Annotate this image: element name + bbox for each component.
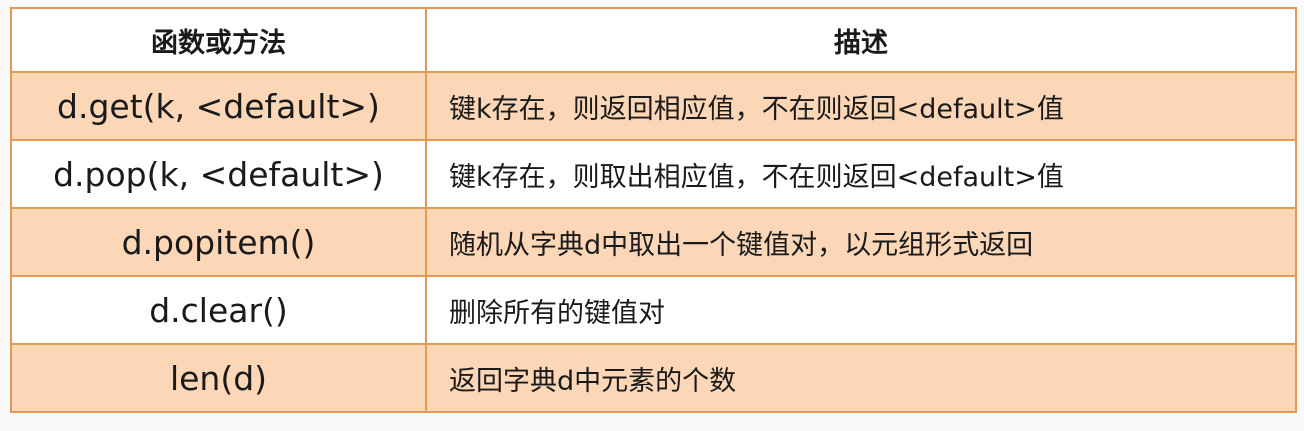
table-row: d.clear() 删除所有的键值对 [10,275,1297,345]
header-row: 函数或方法 描述 [10,7,1297,73]
description-cell: 键k存在，则取出相应值，不在则返回<default>值 [425,139,1297,209]
function-cell: d.clear() [10,275,427,345]
table-row: len(d) 返回字典d中元素的个数 [10,343,1297,413]
slide: 函数或方法 描述 d.get(k, <default>) 键k存在，则返回相应值… [0,0,1304,431]
table-row: d.popitem() 随机从字典d中取出一个键值对，以元组形式返回 [10,207,1297,277]
dict-methods-table: 函数或方法 描述 d.get(k, <default>) 键k存在，则返回相应值… [10,7,1297,413]
description-cell: 随机从字典d中取出一个键值对，以元组形式返回 [425,207,1297,277]
header-description: 描述 [425,7,1297,73]
function-cell: d.get(k, <default>) [10,71,427,141]
description-cell: 键k存在，则返回相应值，不在则返回<default>值 [425,71,1297,141]
description-cell: 返回字典d中元素的个数 [425,343,1297,413]
table-row: d.get(k, <default>) 键k存在，则返回相应值，不在则返回<de… [10,71,1297,141]
table-row: d.pop(k, <default>) 键k存在，则取出相应值，不在则返回<de… [10,139,1297,209]
function-cell: len(d) [10,343,427,413]
description-cell: 删除所有的键值对 [425,275,1297,345]
header-function: 函数或方法 [10,7,427,73]
function-cell: d.pop(k, <default>) [10,139,427,209]
function-cell: d.popitem() [10,207,427,277]
